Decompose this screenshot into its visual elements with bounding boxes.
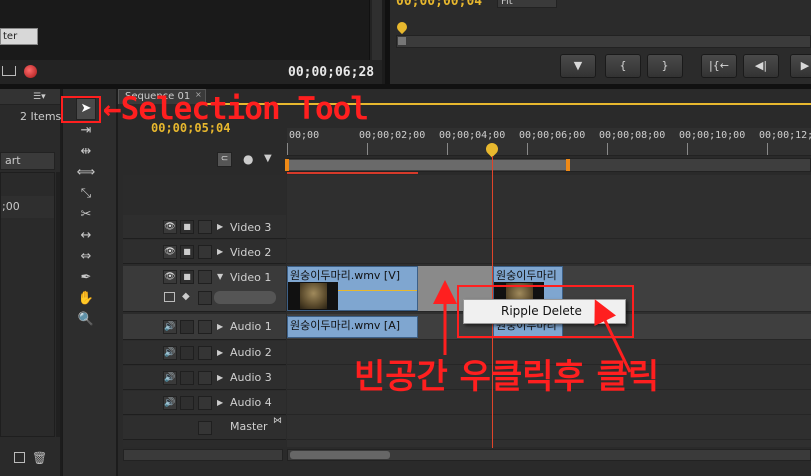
arrow-to-ripple-delete [594,299,632,373]
annotation-arrows [433,280,632,373]
